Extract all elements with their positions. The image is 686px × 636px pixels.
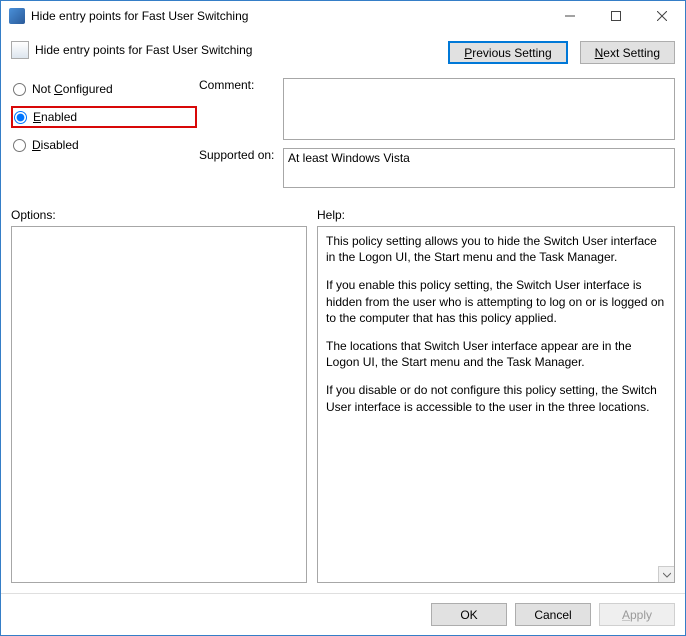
supported-row: Supported on:	[199, 148, 675, 188]
fields: Comment: Supported on:	[199, 78, 675, 196]
minimize-icon	[565, 11, 575, 21]
radio-disabled[interactable]: Disabled	[11, 134, 191, 156]
radio-not-configured[interactable]: Not Configured	[11, 78, 191, 100]
cancel-button[interactable]: Cancel	[515, 603, 591, 626]
minimize-button[interactable]	[547, 1, 593, 31]
next-setting-button[interactable]: Next Setting	[580, 41, 675, 64]
policy-icon	[11, 41, 29, 59]
comment-row: Comment:	[199, 78, 675, 140]
comment-textarea[interactable]	[283, 78, 675, 140]
radio-enabled[interactable]: Enabled	[11, 106, 197, 128]
policy-title: Hide entry points for Fast User Switchin…	[35, 41, 448, 57]
maximize-button[interactable]	[593, 1, 639, 31]
window-title: Hide entry points for Fast User Switchin…	[31, 9, 547, 23]
apply-button[interactable]: Apply	[599, 603, 675, 626]
titlebar: Hide entry points for Fast User Switchin…	[1, 1, 685, 31]
previous-setting-button[interactable]: Previous Setting	[448, 41, 567, 64]
comment-label: Comment:	[199, 78, 283, 92]
radio-not-configured-input[interactable]	[13, 83, 26, 96]
chevron-down-icon	[663, 571, 671, 579]
help-paragraph: If you disable or do not configure this …	[326, 382, 666, 414]
app-icon	[9, 8, 25, 24]
header-row: Hide entry points for Fast User Switchin…	[11, 41, 675, 64]
radio-enabled-input[interactable]	[14, 111, 27, 124]
options-panel	[11, 226, 307, 583]
nav-buttons: Previous Setting Next Setting	[448, 41, 675, 64]
options-label: Options:	[11, 208, 317, 222]
supported-textarea	[283, 148, 675, 188]
section-labels: Options: Help:	[11, 208, 675, 222]
maximize-icon	[611, 11, 621, 21]
radio-disabled-input[interactable]	[13, 139, 26, 152]
content-area: Hide entry points for Fast User Switchin…	[1, 31, 685, 583]
scroll-down-button[interactable]	[658, 566, 674, 582]
policy-editor-window: Hide entry points for Fast User Switchin…	[0, 0, 686, 636]
help-label: Help:	[317, 208, 345, 222]
help-panel: This policy setting allows you to hide t…	[317, 226, 675, 583]
help-text: This policy setting allows you to hide t…	[326, 233, 666, 415]
help-paragraph: If you enable this policy setting, the S…	[326, 277, 666, 326]
help-paragraph: This policy setting allows you to hide t…	[326, 233, 666, 265]
ok-button[interactable]: OK	[431, 603, 507, 626]
panels: This policy setting allows you to hide t…	[11, 226, 675, 583]
close-button[interactable]	[639, 1, 685, 31]
state-radios: Not Configured Enabled Disabled	[11, 78, 191, 196]
help-paragraph: The locations that Switch User interface…	[326, 338, 666, 370]
footer: OK Cancel Apply	[1, 593, 685, 635]
supported-label: Supported on:	[199, 148, 283, 162]
close-icon	[657, 11, 667, 21]
mid-row: Not Configured Enabled Disabled Comment:	[11, 78, 675, 196]
